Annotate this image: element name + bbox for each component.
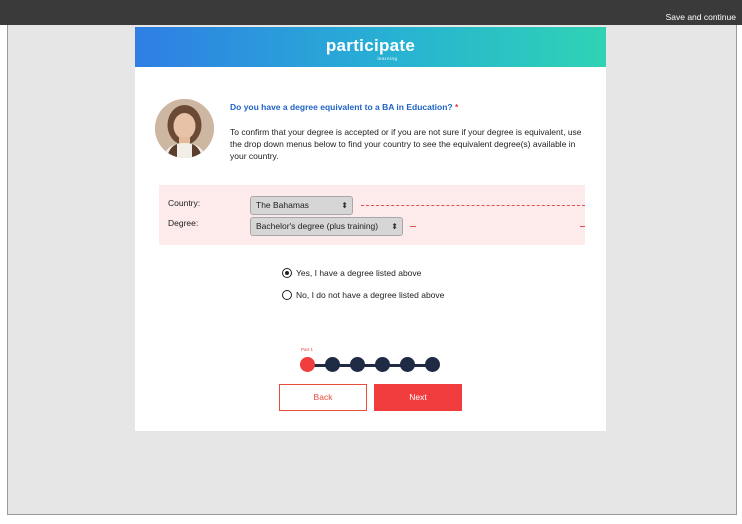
degree-lookup-panel: Country: The Bahamas ⬍ Degree: Bachelor'… xyxy=(159,185,585,245)
advisor-avatar xyxy=(155,99,214,158)
dashed-connector xyxy=(361,205,585,206)
current-part-label: Part 1 xyxy=(301,347,314,352)
top-bar: Save and continue xyxy=(0,0,742,25)
select-arrows-icon: ⬍ xyxy=(391,222,398,231)
select-arrows-icon: ⬍ xyxy=(341,201,348,210)
progress-step-dot xyxy=(350,357,365,372)
back-button[interactable]: Back xyxy=(279,384,367,411)
dashed-connector xyxy=(580,226,585,227)
participate-logo: participate xyxy=(325,36,416,55)
progress-step-dot xyxy=(375,357,390,372)
brand-header: participate learning xyxy=(135,27,606,67)
country-select[interactable]: The Bahamas ⬍ xyxy=(250,196,353,215)
question-description: To confirm that your degree is accepted … xyxy=(230,127,582,161)
degree-select[interactable]: Bachelor's degree (plus training) ⬍ xyxy=(250,217,403,236)
progress-step-dot xyxy=(325,357,340,372)
next-button[interactable]: Next xyxy=(374,384,462,411)
degree-select-value: Bachelor's degree (plus training) xyxy=(256,221,379,231)
radio-selected-icon xyxy=(282,268,292,278)
progress-step-dot xyxy=(400,357,415,372)
degree-label: Degree: xyxy=(168,218,199,228)
question-text: Do you have a degree equivalent to a BA … xyxy=(230,102,453,112)
required-marker: * xyxy=(455,102,459,112)
progress-stepper: Part 1 xyxy=(300,345,445,375)
country-select-value: The Bahamas xyxy=(256,200,309,210)
question-title: Do you have a degree equivalent to a BA … xyxy=(230,101,458,113)
dashed-connector xyxy=(410,226,416,227)
progress-step-dot xyxy=(425,357,440,372)
radio-option-label: Yes, I have a degree listed above xyxy=(296,268,422,278)
logo-subtext: learning xyxy=(377,56,398,61)
form-card: participate learning Do you have a degre… xyxy=(135,27,606,431)
progress-step-dot xyxy=(300,357,315,372)
radio-unselected-icon xyxy=(282,290,292,300)
radio-option-label: No, I do not have a degree listed above xyxy=(296,290,445,300)
save-and-continue-link[interactable]: Save and continue xyxy=(666,11,736,23)
country-label: Country: xyxy=(168,198,201,208)
